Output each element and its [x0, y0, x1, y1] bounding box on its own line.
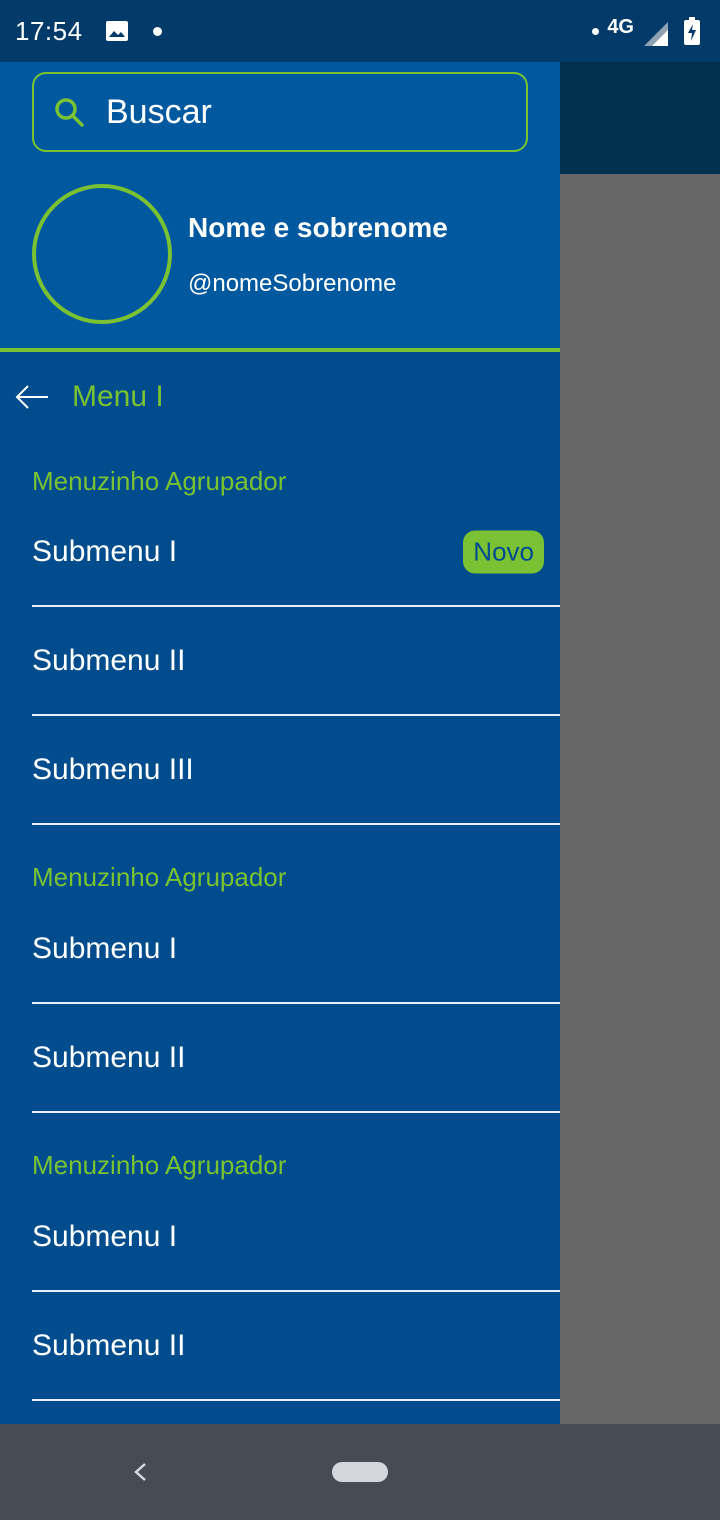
group-label: Menuzinho Agrupador: [32, 862, 287, 892]
search-placeholder: Buscar: [106, 92, 212, 131]
status-right: 4G: [592, 14, 700, 48]
network-type: 4G: [607, 15, 634, 38]
menu-title: Menu I: [72, 380, 164, 413]
submenu-label: Submenu I: [32, 931, 178, 965]
system-nav-bar: [0, 1424, 720, 1520]
menu-back-button[interactable]: Menu I: [0, 352, 560, 442]
submenu-item[interactable]: Submenu I: [32, 1183, 560, 1292]
submenu-label: Submenu II: [32, 1040, 186, 1074]
home-pill[interactable]: [332, 1462, 388, 1482]
dot-icon: [153, 27, 162, 36]
drawer-header: Buscar Nome e sobrenome @nomeSobrenome: [0, 62, 560, 352]
submenu-label: Submenu II: [32, 1328, 186, 1362]
user-name: Nome e sobrenome: [188, 212, 448, 243]
submenu-label: Submenu II: [32, 643, 186, 677]
navigation-drawer: Buscar Nome e sobrenome @nomeSobrenome M…: [0, 62, 560, 1424]
submenu-item[interactable]: Submenu I: [32, 895, 560, 1004]
submenu-item[interactable]: Submenu II: [32, 1292, 560, 1401]
group-label: Menuzinho Agrupador: [32, 466, 287, 496]
submenu-item[interactable]: Submenu III: [32, 716, 560, 825]
image-notification-icon: [106, 21, 128, 41]
signal-icon: [644, 22, 668, 46]
status-bar: 17:54 4G: [0, 0, 720, 62]
user-handle: @nomeSobrenome: [188, 270, 397, 297]
arrow-left-icon: [15, 385, 48, 409]
nav-back-icon[interactable]: [128, 1458, 152, 1486]
submenu-label: Submenu I: [32, 1219, 178, 1253]
avatar[interactable]: [32, 184, 172, 324]
search-icon: [55, 98, 84, 127]
new-badge: Novo: [463, 530, 544, 573]
submenu-label: Submenu I: [32, 534, 178, 568]
dot-icon: [592, 27, 600, 35]
submenu-item[interactable]: Submenu II: [32, 1004, 560, 1113]
status-time: 17:54: [15, 16, 83, 46]
submenu-item[interactable]: Submenu I Novo: [32, 498, 560, 607]
submenu-item[interactable]: Submenu II: [32, 607, 560, 716]
battery-charging-icon: [684, 17, 700, 45]
search-field[interactable]: Buscar: [32, 72, 528, 152]
submenu-label: Submenu III: [32, 752, 194, 786]
group-label: Menuzinho Agrupador: [32, 1150, 287, 1180]
